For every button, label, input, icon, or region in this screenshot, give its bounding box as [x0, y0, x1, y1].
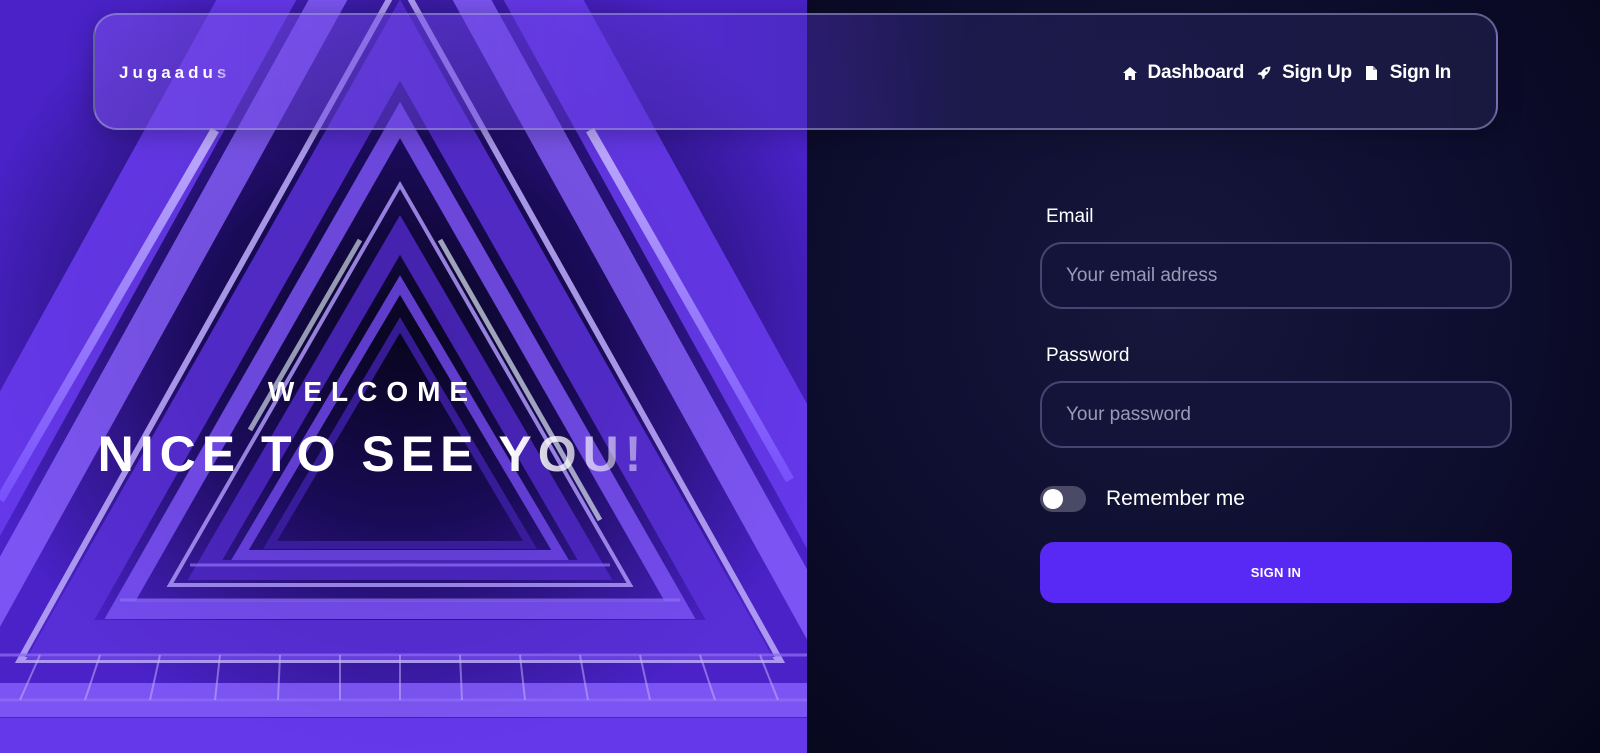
nav-sign-in-label: Sign In	[1389, 62, 1452, 83]
navbar: Jugaadus Dashboard Sign Up Sign In	[93, 13, 1498, 130]
welcome-text: WELCOME	[267, 376, 478, 407]
nav-dashboard-label: Dashboard	[1147, 62, 1245, 83]
remember-me-toggle[interactable]	[1040, 486, 1086, 512]
sign-in-button[interactable]: SIGN IN	[1040, 542, 1512, 603]
password-label: Password	[1046, 345, 1130, 366]
nav-dashboard[interactable]: Dashboard	[1122, 62, 1245, 84]
nav-sign-up[interactable]: Sign Up	[1256, 62, 1352, 84]
remember-me-row: Remember me	[1040, 484, 1512, 514]
email-label: Email	[1046, 206, 1094, 227]
home-icon	[1122, 65, 1138, 81]
remember-me-label: Remember me	[1106, 487, 1245, 510]
document-icon	[1364, 65, 1380, 81]
email-input[interactable]	[1040, 242, 1512, 309]
nav-sign-in[interactable]: Sign In	[1364, 62, 1451, 84]
password-input[interactable]	[1040, 381, 1512, 448]
sign-in-form: Email Password Remember me SIGN IN	[1040, 206, 1512, 603]
hero-headline: NICE TO SEE YOU!	[0, 425, 745, 483]
rocket-icon	[1256, 65, 1272, 81]
nav-links: Dashboard Sign Up Sign In	[1122, 59, 1451, 87]
brand-logo[interactable]: Jugaadus	[119, 63, 230, 83]
toggle-knob	[1043, 489, 1063, 509]
nav-sign-up-label: Sign Up	[1282, 62, 1352, 83]
